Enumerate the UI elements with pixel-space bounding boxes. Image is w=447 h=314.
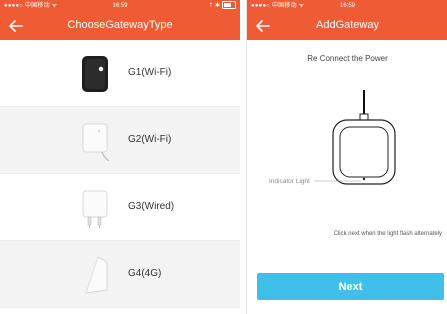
status-icons: ⇡ ✱ (208, 3, 220, 9)
gateway-option-label: G1(Wi-Fi) (128, 67, 172, 78)
status-bar: ●●●●○ 中国移动 ᯤ 16:59 (247, 0, 447, 12)
instruction-hint: Click next when the light flash alternat… (333, 231, 442, 237)
status-indicators: ⇡ ✱ (208, 0, 236, 12)
choose-gateway-screen: ●●●●○ 中国移动 ᯤ 16:59 ⇡ ✱ ChooseGatewayType… (0, 0, 240, 314)
white-4g-gateway-icon (85, 256, 108, 294)
black-gateway-device-icon (82, 56, 108, 92)
gateway-option-g2[interactable]: G2(Wi-Fi) (0, 107, 240, 174)
nav-bar: AddGateway (247, 12, 447, 40)
indicator-light-label: Indicator Light (269, 178, 310, 185)
gateway-power-illustration: Indicator Light (269, 90, 396, 185)
page-title: ChooseGatewayType (67, 19, 173, 31)
gateway-option-g4[interactable]: G4(4G) (0, 241, 240, 308)
battery-icon (222, 1, 236, 10)
power-cable-icon (359, 90, 369, 124)
step-title: Re Connect the Power (307, 54, 388, 63)
add-gateway-screen: ●●●●○ 中国移动 ᯤ 16:59 AddGateway Re Connect… (246, 0, 447, 314)
white-plug-gateway-icon (82, 123, 110, 162)
page-title: AddGateway (316, 19, 379, 31)
app-header: ●●●●○ 中国移动 ᯤ 16:59 ⇡ ✱ ChooseGatewayType (0, 0, 240, 40)
white-wired-gateway-icon (82, 190, 108, 228)
gateway-option-g1[interactable]: G1(Wi-Fi) (0, 40, 240, 107)
gateway-type-list: G1(Wi-Fi) G2(Wi-Fi) G3(Wired) G4(4G) (0, 40, 240, 314)
gateway-option-label: G3(Wired) (128, 201, 175, 212)
next-button[interactable]: Next (257, 273, 444, 300)
status-time: 16:59 (112, 3, 128, 9)
gateway-option-label: G2(Wi-Fi) (128, 134, 172, 145)
gateway-option-label: G4(4G) (128, 268, 162, 279)
status-time: 16:59 (339, 3, 355, 9)
app-header: ●●●●○ 中国移动 ᯤ 16:59 AddGateway (247, 0, 447, 40)
gateway-option-g3[interactable]: G3(Wired) (0, 174, 240, 241)
nav-bar: ChooseGatewayType (0, 12, 240, 40)
status-bar: ●●●●○ 中国移动 ᯤ 16:59 ⇡ ✱ (0, 0, 240, 12)
gateway-device-icon (332, 119, 396, 185)
